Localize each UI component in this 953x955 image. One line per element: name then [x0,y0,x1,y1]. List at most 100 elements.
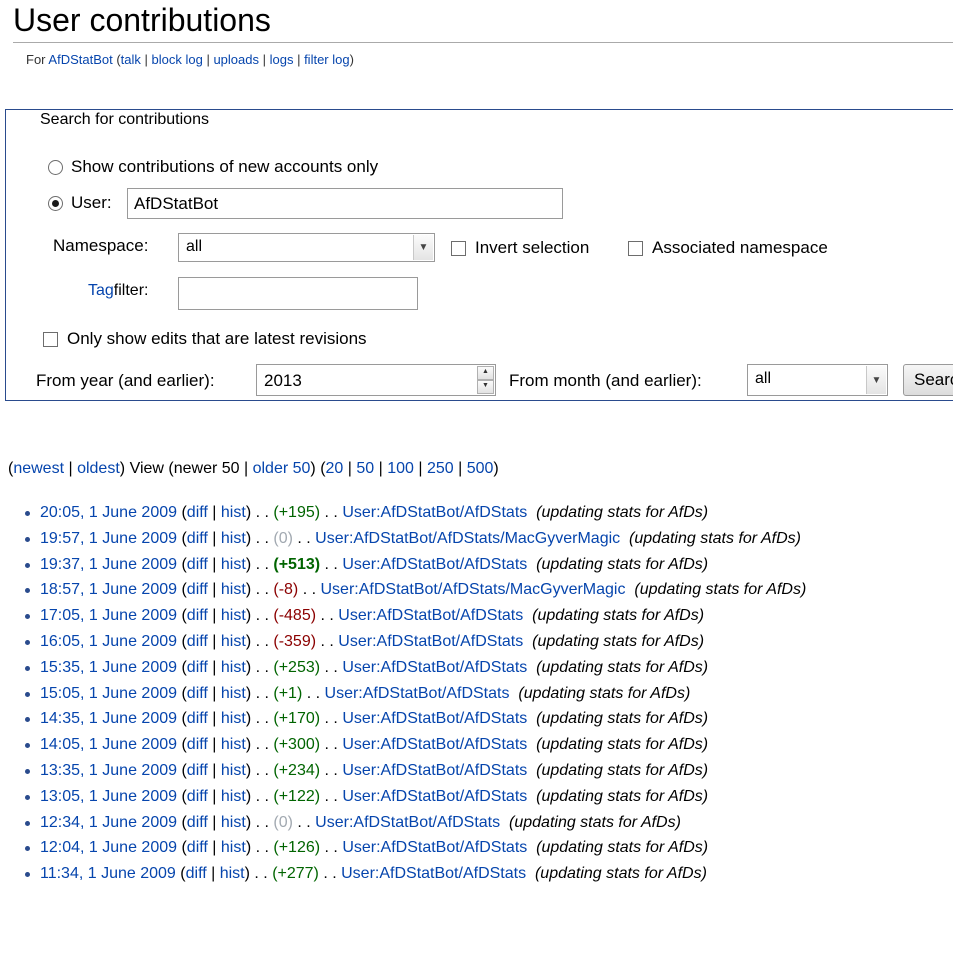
page-link[interactable]: User:AfDStatBot/AfDStats [341,865,526,882]
page-link[interactable]: User:AfDStatBot/AfDStats [338,633,523,650]
namespace-select[interactable]: all ▼ [178,233,435,262]
latest-revisions-checkbox[interactable] [43,331,58,347]
timestamp-link[interactable]: 15:05, 1 June 2009 [40,685,177,702]
hist-link[interactable]: hist [221,814,246,831]
talk-link[interactable]: talk [121,52,141,67]
hist-link[interactable]: hist [221,504,246,521]
limit-20-link[interactable]: 20 [326,460,344,477]
page-link[interactable]: User:AfDStatBot/AfDStats [342,736,527,753]
logs-link[interactable]: logs [270,52,294,67]
invert-selection-option[interactable]: Invert selection [451,238,589,258]
filter-log-link[interactable]: filter log [304,52,350,67]
diff-link[interactable]: diff [187,762,208,779]
limit-250-link[interactable]: 250 [427,460,454,477]
timestamp-link[interactable]: 13:05, 1 June 2009 [40,788,177,805]
timestamp-link[interactable]: 19:57, 1 June 2009 [40,530,177,547]
timestamp-link[interactable]: 12:34, 1 June 2009 [40,814,177,831]
associated-namespace-checkbox[interactable] [628,240,643,256]
page-link[interactable]: User:AfDStatBot/AfDStats/MacGyverMagic [315,530,620,547]
diff-link[interactable]: diff [187,710,208,727]
user-radio[interactable] [48,195,63,211]
spinner-buttons[interactable]: ▲ ▼ [477,366,494,394]
page-link[interactable]: User:AfDStatBot/AfDStats [325,685,510,702]
new-accounts-option[interactable]: Show contributions of new accounts only [48,157,378,177]
timestamp-link[interactable]: 13:35, 1 June 2009 [40,762,177,779]
page-link[interactable]: User:AfDStatBot/AfDStats [342,788,527,805]
hist-link[interactable]: hist [221,530,246,547]
block-log-link[interactable]: block log [152,52,203,67]
diff-link[interactable]: diff [186,865,207,882]
timestamp-link[interactable]: 15:35, 1 June 2009 [40,659,177,676]
user-option[interactable]: User: [48,193,112,213]
page-link[interactable]: User:AfDStatBot/AfDStats [342,762,527,779]
timestamp-link[interactable]: 14:35, 1 June 2009 [40,710,177,727]
tag-filter-input[interactable] [178,277,418,310]
hist-link[interactable]: hist [221,685,246,702]
page-link[interactable]: User:AfDStatBot/AfDStats [342,659,527,676]
limit-50-link[interactable]: 50 [356,460,374,477]
diff-link[interactable]: diff [187,504,208,521]
size-change: (0) [273,529,293,547]
spin-up-icon[interactable]: ▲ [477,366,494,380]
invert-selection-checkbox[interactable] [451,240,466,256]
diff-link[interactable]: diff [187,685,208,702]
newest-link[interactable]: newest [13,460,64,477]
user-input[interactable] [127,188,563,219]
timestamp-link[interactable]: 20:05, 1 June 2009 [40,504,177,521]
contributions-subtitle: For AfDStatBot (talk | block log | uploa… [26,52,354,67]
chevron-down-icon[interactable]: ▼ [866,366,886,394]
older-link[interactable]: older 50 [253,460,311,477]
timestamp-link[interactable]: 11:34, 1 June 2009 [40,865,176,882]
limit-500-link[interactable]: 500 [467,460,494,477]
new-accounts-radio[interactable] [48,159,63,175]
hist-link[interactable]: hist [221,788,246,805]
year-spinner[interactable]: 2013 ▲ ▼ [256,364,496,396]
hist-link[interactable]: hist [221,607,246,624]
oldest-link[interactable]: oldest [77,460,120,477]
search-button[interactable]: Search [903,364,953,396]
timestamp-link[interactable]: 16:05, 1 June 2009 [40,633,177,650]
page-link[interactable]: User:AfDStatBot/AfDStats [315,814,500,831]
bullet-icon [25,846,30,852]
hist-link[interactable]: hist [221,556,246,573]
timestamp-link[interactable]: 14:05, 1 June 2009 [40,736,177,753]
diff-link[interactable]: diff [187,659,208,676]
timestamp-link[interactable]: 12:04, 1 June 2009 [40,839,177,856]
timestamp-link[interactable]: 19:37, 1 June 2009 [40,556,177,573]
page-link[interactable]: User:AfDStatBot/AfDStats [342,710,527,727]
search-legend: Search for contributions [32,110,217,130]
timestamp-link[interactable]: 17:05, 1 June 2009 [40,607,177,624]
diff-link[interactable]: diff [187,633,208,650]
uploads-link[interactable]: uploads [213,52,259,67]
month-select[interactable]: all ▼ [747,364,888,396]
diff-link[interactable]: diff [187,839,208,856]
page-link[interactable]: User:AfDStatBot/AfDStats [342,504,527,521]
hist-link[interactable]: hist [221,659,246,676]
hist-link[interactable]: hist [221,839,246,856]
limit-100-link[interactable]: 100 [387,460,414,477]
diff-link[interactable]: diff [187,530,208,547]
username-link[interactable]: AfDStatBot [48,52,112,67]
hist-link[interactable]: hist [220,865,245,882]
diff-link[interactable]: diff [187,736,208,753]
hist-link[interactable]: hist [221,736,246,753]
chevron-down-icon[interactable]: ▼ [413,235,433,260]
page-link[interactable]: User:AfDStatBot/AfDStats [342,839,527,856]
diff-link[interactable]: diff [187,607,208,624]
diff-link[interactable]: diff [187,581,208,598]
hist-link[interactable]: hist [221,710,246,727]
diff-link[interactable]: diff [187,788,208,805]
diff-link[interactable]: diff [187,814,208,831]
latest-revisions-option[interactable]: Only show edits that are latest revision… [43,329,367,349]
page-link[interactable]: User:AfDStatBot/AfDStats/MacGyverMagic [321,581,626,598]
timestamp-link[interactable]: 18:57, 1 June 2009 [40,581,177,598]
tag-link[interactable]: Tag [88,282,114,300]
diff-link[interactable]: diff [187,556,208,573]
associated-namespace-option[interactable]: Associated namespace [628,238,828,258]
page-link[interactable]: User:AfDStatBot/AfDStats [338,607,523,624]
page-link[interactable]: User:AfDStatBot/AfDStats [342,556,527,573]
hist-link[interactable]: hist [221,633,246,650]
hist-link[interactable]: hist [221,581,246,598]
spin-down-icon[interactable]: ▼ [477,380,494,394]
hist-link[interactable]: hist [221,762,246,779]
